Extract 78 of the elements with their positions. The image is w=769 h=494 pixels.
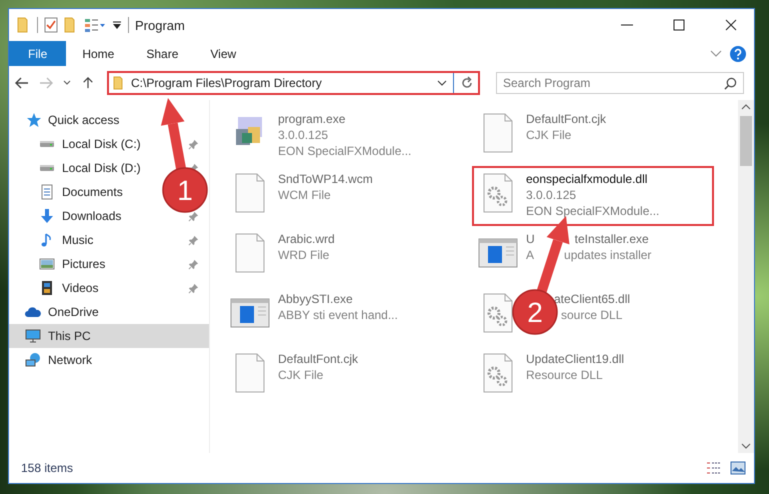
file-name: UpdateClient19.dll	[526, 351, 624, 367]
search-field[interactable]: Search Program	[496, 72, 744, 94]
sidebar-item[interactable]: This PC	[9, 324, 209, 348]
ribbon-tab[interactable]: View	[194, 41, 252, 66]
file-detail: updates installer	[564, 247, 652, 263]
view-options-icon[interactable]	[84, 17, 106, 33]
up-arrow-icon[interactable]	[81, 77, 95, 89]
sidebar-item[interactable]: Local Disk (D:)	[9, 156, 145, 180]
sidebar-item[interactable]: Music	[9, 228, 98, 252]
recent-locations-icon[interactable]	[63, 80, 71, 86]
file-name: DefaultFont.cjk	[526, 111, 606, 127]
scroll-thumb[interactable]	[740, 116, 752, 166]
close-icon	[725, 19, 737, 31]
item-count: 158 items	[21, 461, 74, 475]
file-detail: 3.0.0.125	[526, 187, 576, 203]
minimize-icon	[621, 24, 633, 26]
document-icon	[39, 184, 55, 200]
file-detail: A	[526, 247, 534, 263]
file-detail: 3.0.0.125	[278, 127, 328, 143]
file-detail: CJK File	[278, 367, 324, 383]
file-detail: WCM File	[278, 187, 331, 203]
file-name: program.exe	[278, 111, 346, 127]
back-arrow-icon[interactable]	[15, 77, 29, 89]
callout-number: 1	[177, 175, 193, 206]
properties-icon[interactable]	[44, 17, 58, 33]
drive-icon	[39, 140, 55, 148]
address-bar[interactable]: C:\Program Files\Program Directory	[107, 71, 480, 95]
large-icons-view-icon[interactable]	[730, 461, 746, 475]
file-detail: CJK File	[526, 127, 572, 143]
file-detail: EON SpecialFXModule...	[526, 203, 660, 219]
file-detail: EON SpecialFXModule...	[278, 143, 412, 159]
dropdown-icon[interactable]	[437, 80, 447, 86]
scroll-up-icon[interactable]	[741, 104, 751, 110]
scrollbar[interactable]	[738, 100, 754, 453]
file-name: AbbyySTI.exe	[278, 291, 353, 307]
drive-icon	[39, 164, 55, 172]
callout-badge	[162, 167, 208, 213]
expand-ribbon-icon[interactable]	[710, 50, 722, 58]
globe-icon	[25, 352, 41, 368]
address-path: C:\Program Files\Program Directory	[131, 76, 323, 90]
refresh-icon[interactable]	[460, 76, 474, 90]
sidebar-item[interactable]: Local Disk (C:)	[9, 132, 145, 156]
folder-icon	[113, 76, 125, 90]
search-icon	[724, 77, 737, 90]
sidebar-item[interactable]: Documents	[9, 180, 127, 204]
customize-dropdown-icon[interactable]	[112, 20, 122, 30]
callout-number: 2	[527, 297, 543, 328]
file-name: SndToWP14.wcm	[278, 171, 373, 187]
file-name: eonspecialfxmodule.dll	[526, 171, 648, 187]
sidebar-item[interactable]: Pictures	[9, 252, 110, 276]
sidebar-item[interactable]: Downloads	[9, 204, 126, 228]
sidebar-item[interactable]: Network	[9, 348, 96, 372]
sidebar-item[interactable]: OneDrive	[9, 300, 103, 324]
scroll-down-icon[interactable]	[741, 443, 751, 449]
file-name: ateClient65.dll	[554, 291, 630, 307]
help-icon[interactable]	[730, 46, 746, 62]
file-detail: source DLL	[561, 307, 622, 323]
file-name: Arabic.wrd	[278, 231, 335, 247]
details-view-icon[interactable]	[706, 461, 722, 475]
file-detail: Resource DLL	[526, 367, 603, 383]
star-icon	[25, 112, 41, 128]
file-detail: ABBY sti event hand...	[278, 307, 398, 323]
ribbon-tab[interactable]: File	[9, 41, 66, 66]
ribbon-tab[interactable]: Share	[130, 41, 194, 66]
file-name: U	[526, 231, 535, 247]
film-icon	[39, 280, 55, 296]
file-tile[interactable]: eonspecialfxmodule.dll 3.0.0.125 EON SpecialFXModule...	[472, 166, 714, 226]
monitor-icon	[25, 328, 41, 344]
picture-icon	[39, 256, 55, 272]
window-title: Program	[135, 18, 185, 32]
down-arrow-icon	[39, 208, 55, 224]
sidebar-item[interactable]: Videos	[9, 276, 102, 300]
file-detail: WRD File	[278, 247, 330, 263]
file-name: DefaultFont.cjk	[278, 351, 358, 367]
sidebar-item[interactable]: Quick access	[9, 108, 124, 132]
maximize-icon	[673, 19, 685, 31]
file-name: teInstaller.exe	[574, 231, 649, 247]
ribbon-tab[interactable]: Home	[66, 41, 130, 66]
